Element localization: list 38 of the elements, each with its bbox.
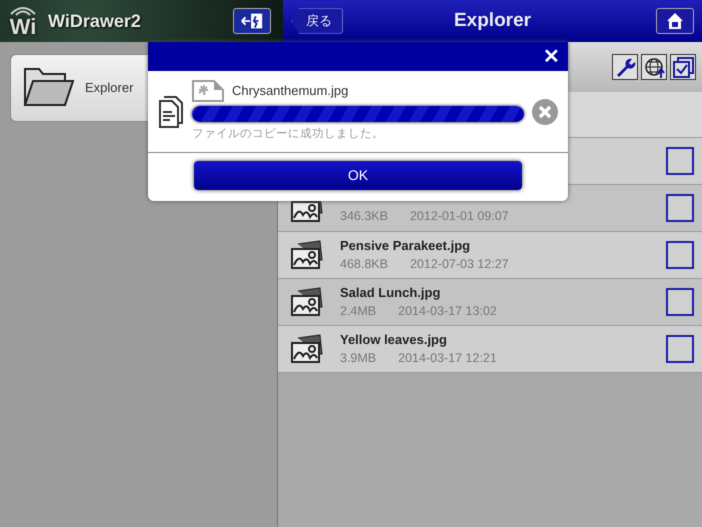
checkbox[interactable]: [666, 194, 694, 222]
image-file-icon: [290, 334, 324, 364]
exit-icon: [240, 12, 264, 30]
checkbox[interactable]: [666, 335, 694, 363]
home-icon: [666, 12, 684, 30]
status-message: ファイルのコピーに成功しました。: [192, 126, 385, 142]
page-title: Explorer: [454, 8, 532, 33]
file-date: 2012-07-03 12:27: [410, 256, 509, 274]
file-name: Pensive Parakeet.jpg: [340, 236, 472, 255]
image-thumbnail-icon: [192, 80, 224, 102]
app-name: WiDrawer2: [48, 10, 141, 32]
document-icon: [158, 96, 184, 128]
file-name: Yellow leaves.jpg: [340, 330, 448, 349]
select-button[interactable]: [670, 54, 696, 80]
cancel-icon[interactable]: [532, 98, 558, 124]
file-size: 468.8KB: [340, 256, 388, 274]
app-logo: Wi: [8, 4, 38, 38]
globe-icon: [642, 56, 666, 78]
file-date: 2014-03-17 13:02: [398, 303, 497, 320]
file-size: 2.4MB: [340, 303, 376, 320]
file-size: 3.9MB: [340, 350, 376, 368]
image-file-icon: [290, 240, 324, 270]
upload-button[interactable]: [641, 54, 667, 80]
close-button[interactable]: ✕: [539, 46, 564, 66]
checkbox[interactable]: [666, 288, 694, 316]
settings-button[interactable]: [612, 54, 638, 80]
exit-button[interactable]: [233, 8, 271, 34]
file-size: 346.3KB: [340, 208, 388, 225]
ok-button[interactable]: OK: [194, 161, 522, 190]
image-file-icon: [290, 287, 324, 317]
home-button[interactable]: [656, 8, 694, 34]
file-date: 2012-01-01 09:07: [410, 208, 509, 225]
checkbox[interactable]: [666, 147, 694, 175]
back-button[interactable]: 戻る: [291, 8, 343, 34]
checkbox[interactable]: [666, 241, 694, 269]
file-name: Salad Lunch.jpg: [340, 284, 442, 302]
file-date: 2014-03-17 12:21: [398, 350, 497, 368]
checkbox-window-icon: [672, 56, 694, 78]
